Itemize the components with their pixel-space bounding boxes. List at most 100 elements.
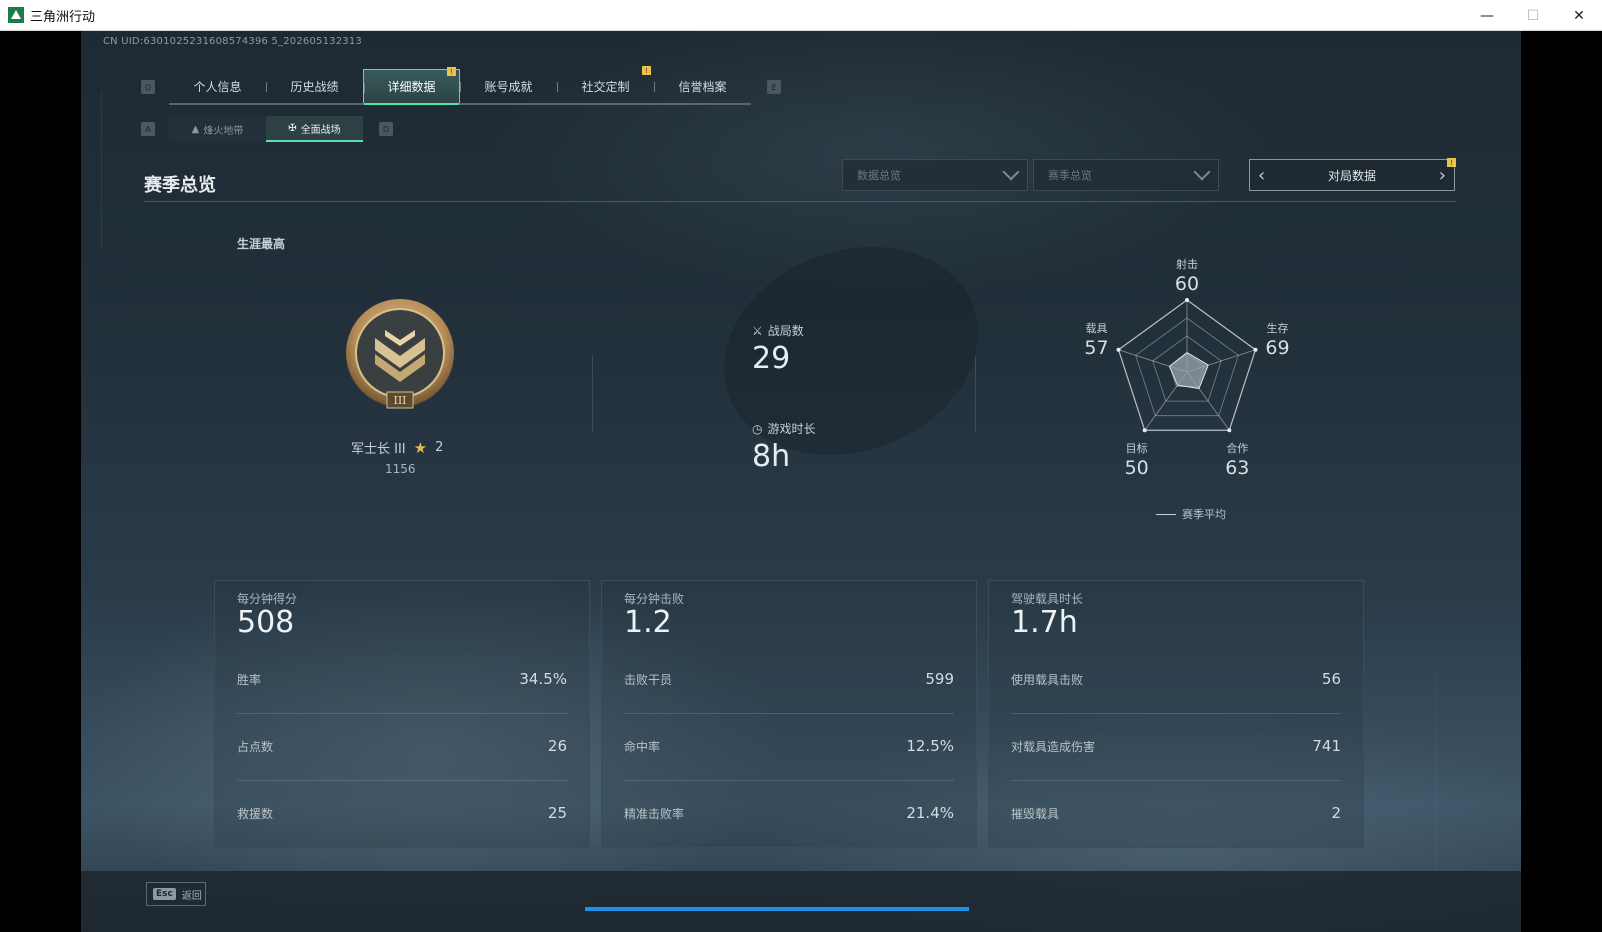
radar-chart-svg: 射击 60 生存 69 合作 63 目标 50 载具 57	[1084, 257, 1289, 479]
rank-emblem-icon: III	[346, 299, 454, 409]
mountain-icon: ▲	[191, 123, 200, 135]
close-button[interactable]: ✕	[1556, 0, 1602, 31]
tab-social-custom[interactable]: 社交定制!	[557, 66, 654, 103]
rank-stars: 2	[435, 440, 444, 455]
back-button[interactable]: Esc 返回	[146, 882, 206, 906]
radar-axis-value: 60	[1175, 273, 1199, 295]
rank-score: 1156	[385, 462, 416, 476]
divider	[1011, 780, 1341, 781]
notification-badge: !	[1447, 158, 1456, 167]
tab-detailed-data[interactable]: 详细数据!	[363, 67, 460, 105]
stat-row: 命中率 12.5%	[624, 737, 954, 755]
notification-badge: !	[447, 67, 456, 76]
clock-icon: ◷	[752, 421, 763, 436]
stat-row: 救援数 25	[237, 804, 567, 822]
divider	[237, 713, 567, 714]
tab-achievements[interactable]: 账号成就	[460, 69, 557, 103]
rank-name: 军士长 III ★ 2	[351, 438, 444, 458]
sub-nav: A ▲ 烽火地带 ✠ 全面战场 D	[141, 115, 393, 143]
divider	[624, 780, 954, 781]
radar-axis-value: 50	[1125, 457, 1149, 479]
main-nav: Q 个人信息 历史战绩 详细数据! 账号成就 社交定制! 信誉档案 E	[141, 66, 781, 105]
notification-badge: !	[642, 66, 651, 75]
key-hint-right[interactable]: D	[379, 122, 393, 136]
page-title: 赛季总览	[144, 175, 216, 196]
radar-axis-value: 63	[1225, 457, 1249, 479]
legend-line	[1156, 513, 1176, 515]
star-icon: ★	[413, 438, 428, 457]
bottom-bar	[81, 871, 1521, 932]
window-titlebar: 三角洲行动 — ☐ ✕	[0, 0, 1602, 31]
divider	[975, 356, 976, 432]
app-icon	[8, 7, 24, 23]
match-data-pager: ‹ 对局数据 › !	[1249, 158, 1456, 191]
playtime-value: 8h	[752, 439, 791, 474]
radar-axis-value: 69	[1265, 337, 1289, 359]
tab-credit-record[interactable]: 信誉档案	[654, 69, 751, 103]
divider	[624, 713, 954, 714]
radar-chart: 射击 60 生存 69 合作 63 目标 50 载具 57	[1071, 256, 1331, 506]
loading-progress-bar	[585, 907, 969, 911]
matches-stat: ⚔ 战局数 29	[752, 323, 804, 377]
stat-row: 胜率 34.5%	[237, 670, 567, 688]
decor-line	[1436, 671, 1437, 871]
tab-personal-info[interactable]: 个人信息	[169, 69, 266, 103]
radar-axis-dot	[1253, 347, 1258, 352]
radar-axis-label: 合作	[1226, 441, 1248, 455]
divider	[237, 780, 567, 781]
radar-axis-label: 射击	[1176, 257, 1198, 271]
maximize-button[interactable]: ☐	[1510, 0, 1556, 31]
decor-line	[101, 91, 102, 251]
data-type-dropdown[interactable]: 数据总览	[842, 159, 1028, 191]
stat-row: 摧毁载具 2	[1011, 804, 1341, 822]
radar-axis-dot	[1116, 347, 1121, 352]
radar-axis-label: 目标	[1126, 441, 1148, 455]
kills-card: 每分钟击败 1.2 击败干员 599 命中率 12.5% 精准击败率 21.4%	[601, 580, 977, 848]
radar-axis-dot	[1185, 298, 1189, 302]
stat-row: 击败干员 599	[624, 670, 954, 688]
key-hint-left[interactable]: Q	[141, 80, 155, 94]
radar-axis-dot	[1227, 428, 1232, 433]
profile-screen: ​ CN UID:6301025231608574396 5_202605132…	[81, 31, 1521, 932]
tab-history[interactable]: 历史战绩	[266, 69, 363, 103]
mode-tabs: ▲ 烽火地带 ✠ 全面战场	[169, 116, 363, 142]
radar-axis-dot	[1142, 428, 1147, 433]
divider	[144, 201, 1456, 202]
game-viewport: ​ CN UID:6301025231608574396 5_202605132…	[0, 31, 1602, 932]
stat-row: 对载具造成伤害 741	[1011, 737, 1341, 755]
chevron-left-icon[interactable]: ‹	[1258, 165, 1265, 186]
background-dish-shape	[694, 212, 1008, 490]
tab-extraction-mode[interactable]: ▲ 烽火地带	[169, 116, 266, 142]
radar-legend: 赛季平均	[1156, 506, 1226, 522]
divider	[1011, 713, 1341, 714]
main-tabs: 个人信息 历史战绩 详细数据! 账号成就 社交定制! 信誉档案	[169, 66, 751, 105]
playtime-stat: ◷ 游戏时长 8h	[752, 421, 816, 475]
stat-row: 使用载具击败 56	[1011, 670, 1341, 688]
crossed-flag-icon: ✠	[288, 122, 297, 134]
svg-text:III: III	[393, 394, 406, 407]
progress-fill	[585, 907, 969, 911]
score-card: 每分钟得分 508 胜率 34.5% 占点数 26 救援数 25	[214, 580, 590, 848]
divider	[592, 356, 593, 432]
stat-row: 占点数 26	[237, 737, 567, 755]
career-high-label: 生涯最高	[237, 237, 286, 251]
radar-axis-label: 生存	[1266, 321, 1288, 335]
vehicle-card: 驾驶载具时长 1.7h 使用载具击败 56 对载具造成伤害 741 摧毁载具 2	[988, 580, 1364, 848]
chevron-down-icon	[1193, 163, 1211, 181]
uid-text: CN UID:6301025231608574396 5_20260513231…	[103, 36, 362, 47]
stat-row: 精准击败率 21.4%	[624, 804, 954, 822]
key-hint-right[interactable]: E	[767, 80, 781, 94]
pager-label[interactable]: 对局数据	[1328, 167, 1376, 184]
radar-axis-label: 载具	[1086, 322, 1108, 335]
esc-key-hint: Esc	[153, 888, 176, 900]
window-title: 三角洲行动	[30, 9, 96, 25]
key-hint-left[interactable]: A	[141, 122, 155, 136]
chevron-right-icon[interactable]: ›	[1439, 165, 1446, 186]
crossed-swords-icon: ⚔	[752, 323, 763, 338]
tab-warfare-mode[interactable]: ✠ 全面战场	[266, 116, 363, 142]
chevron-down-icon	[1002, 163, 1020, 181]
radar-axis-value: 57	[1084, 337, 1108, 359]
window-controls: — ☐ ✕	[1464, 0, 1602, 31]
season-dropdown[interactable]: 赛季总览	[1033, 159, 1219, 191]
minimize-button[interactable]: —	[1464, 0, 1510, 31]
